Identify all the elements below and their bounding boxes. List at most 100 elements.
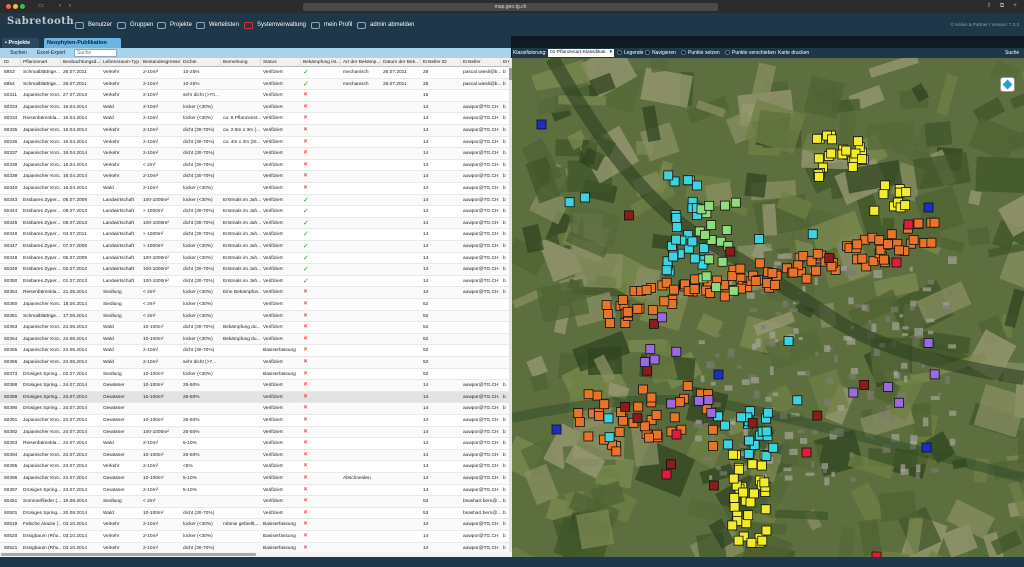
map-marker[interactable] (878, 189, 889, 200)
map-marker[interactable] (639, 357, 650, 367)
table-row[interactable]: 8853 Schmalblättrige... 26.07.2011 Verkehr 2… (0, 67, 509, 79)
table-row[interactable]: 60396 Japanischer Knö... 24.07.2014 Gewässe… (0, 473, 509, 485)
map-marker[interactable] (730, 197, 741, 208)
map-marker[interactable] (767, 268, 778, 279)
map-marker[interactable] (661, 469, 672, 480)
table-row[interactable]: 60388 Drüsiges Spring... 24.07.2014 Gewässe… (0, 380, 509, 392)
map-marker[interactable] (690, 274, 701, 285)
map-marker[interactable] (812, 248, 823, 259)
search-input[interactable] (74, 49, 117, 57)
map-marker[interactable] (857, 154, 867, 164)
map-marker[interactable] (583, 389, 594, 400)
close-window-button[interactable] (6, 4, 11, 9)
map-marker[interactable] (768, 442, 779, 453)
table-row[interactable]: 60393 Riesenbärenkla... 24.07.2014 Wald 2-10… (0, 438, 509, 450)
column-header[interactable]: Art der Bekämp... (341, 58, 381, 67)
map-marker[interactable] (827, 134, 837, 145)
map-marker[interactable] (913, 218, 924, 229)
map-marker[interactable] (811, 265, 821, 276)
map-marker[interactable] (747, 417, 758, 428)
map-marker[interactable] (729, 493, 740, 503)
column-header[interactable]: Pflanzenart (21, 58, 61, 67)
table-row[interactable]: 60390 Drüsiges Spring... 24.07.2014 Gewässe… (0, 403, 509, 415)
map-marker[interactable] (564, 197, 575, 208)
map-marker[interactable] (874, 235, 885, 246)
map-marker[interactable] (639, 421, 650, 432)
legend-option[interactable]: Legende (617, 48, 643, 58)
map-marker[interactable] (761, 525, 772, 536)
map-marker[interactable] (699, 243, 709, 254)
map-marker[interactable] (583, 431, 594, 442)
table-row[interactable]: 60394 Japanischer Knö... 24.07.2014 Gewässe… (0, 449, 509, 462)
map-marker[interactable] (573, 408, 584, 419)
map-marker[interactable] (813, 153, 824, 164)
map-marker[interactable] (853, 136, 863, 147)
table-row[interactable]: 60339 Japanischer Knö... 16.04.2014 Verkehr… (0, 171, 509, 183)
map-marker[interactable] (894, 397, 904, 408)
map-marker[interactable] (929, 217, 940, 228)
navigate-option[interactable]: Navigieren (645, 48, 676, 58)
map-marker[interactable] (869, 205, 880, 216)
table-row[interactable]: 60346 Essbares Zyper... 04.07.2011 Landwirt… (0, 229, 509, 241)
map-marker[interactable] (728, 473, 739, 484)
map-marker[interactable] (728, 285, 739, 296)
nav-projekte[interactable]: Projekte (157, 20, 192, 30)
nav-mein-profil[interactable]: mein Profil (311, 20, 352, 30)
column-header[interactable]: Ersteller (461, 58, 501, 67)
table-row[interactable]: 60311 Japanischer Knö... 27.07.2013 Verkehr… (0, 90, 509, 102)
map-search-button[interactable]: Suche (1005, 48, 1019, 58)
map-marker[interactable] (671, 234, 682, 245)
table-row[interactable]: 60335 Japanischer Knö... 16.04.2014 Verkehr… (0, 125, 509, 137)
map-marker[interactable] (632, 304, 643, 314)
map-marker[interactable] (908, 235, 919, 245)
map-marker[interactable] (783, 336, 794, 346)
map-marker[interactable] (841, 145, 852, 156)
map-marker[interactable] (693, 395, 704, 406)
map-marker[interactable] (689, 284, 700, 294)
back-icon[interactable]: ‹ (56, 3, 64, 10)
map-marker[interactable] (886, 229, 897, 240)
column-header[interactable]: Bekämpfung ist... (301, 58, 341, 67)
map-marker[interactable] (617, 295, 628, 305)
map-marker[interactable] (622, 307, 633, 317)
map-marker[interactable] (747, 459, 758, 470)
zoom-window-button[interactable] (20, 4, 25, 9)
column-header[interactable]: Dichte (181, 58, 221, 67)
map-marker[interactable] (682, 381, 693, 391)
nav-wertelisten[interactable]: Wertelisten (196, 20, 239, 30)
map-marker[interactable] (551, 424, 562, 435)
map-marker[interactable] (649, 354, 660, 365)
map-marker[interactable] (921, 442, 932, 453)
column-header[interactable]: Datum der Bek... (381, 58, 421, 67)
map-marker[interactable] (689, 253, 700, 264)
map-marker[interactable] (859, 380, 870, 390)
map-marker[interactable] (649, 318, 659, 329)
map-marker[interactable] (812, 410, 823, 421)
map-marker[interactable] (711, 282, 722, 293)
map-marker[interactable] (671, 346, 682, 357)
map-marker[interactable] (707, 424, 718, 435)
table-row[interactable]: 60397 Drüsiges Spring... 24.07.2014 Gewässe… (0, 485, 509, 497)
map-marker[interactable] (624, 210, 634, 221)
map-marker[interactable] (611, 446, 622, 457)
table-row[interactable]: 60366 Japanischer Knö... 24.06.2014 Wald 2-1… (0, 357, 509, 369)
map-marker[interactable] (745, 497, 756, 508)
table-row[interactable]: 60363 Japanischer Knö... 24.06.2014 Wald 10-… (0, 322, 509, 334)
map-marker[interactable] (725, 246, 736, 257)
map-marker[interactable] (652, 429, 662, 440)
map-marker[interactable] (614, 427, 625, 437)
map-marker[interactable] (669, 412, 680, 423)
column-header[interactable]: Status (261, 58, 301, 67)
map-marker[interactable] (754, 258, 765, 269)
map-marker[interactable] (603, 309, 613, 319)
map-marker[interactable] (900, 200, 911, 211)
map-marker[interactable] (620, 402, 631, 412)
map-marker[interactable] (847, 162, 858, 172)
map-marker[interactable] (763, 407, 773, 418)
map-marker[interactable] (743, 510, 754, 521)
map-marker[interactable] (721, 225, 732, 235)
table-row[interactable]: 60349 Essbares Zyper... 02.07.2012 Landwirt… (0, 264, 509, 276)
map-marker[interactable] (661, 265, 672, 276)
search-button[interactable]: Suchen (10, 48, 27, 58)
map-marker[interactable] (883, 381, 893, 392)
